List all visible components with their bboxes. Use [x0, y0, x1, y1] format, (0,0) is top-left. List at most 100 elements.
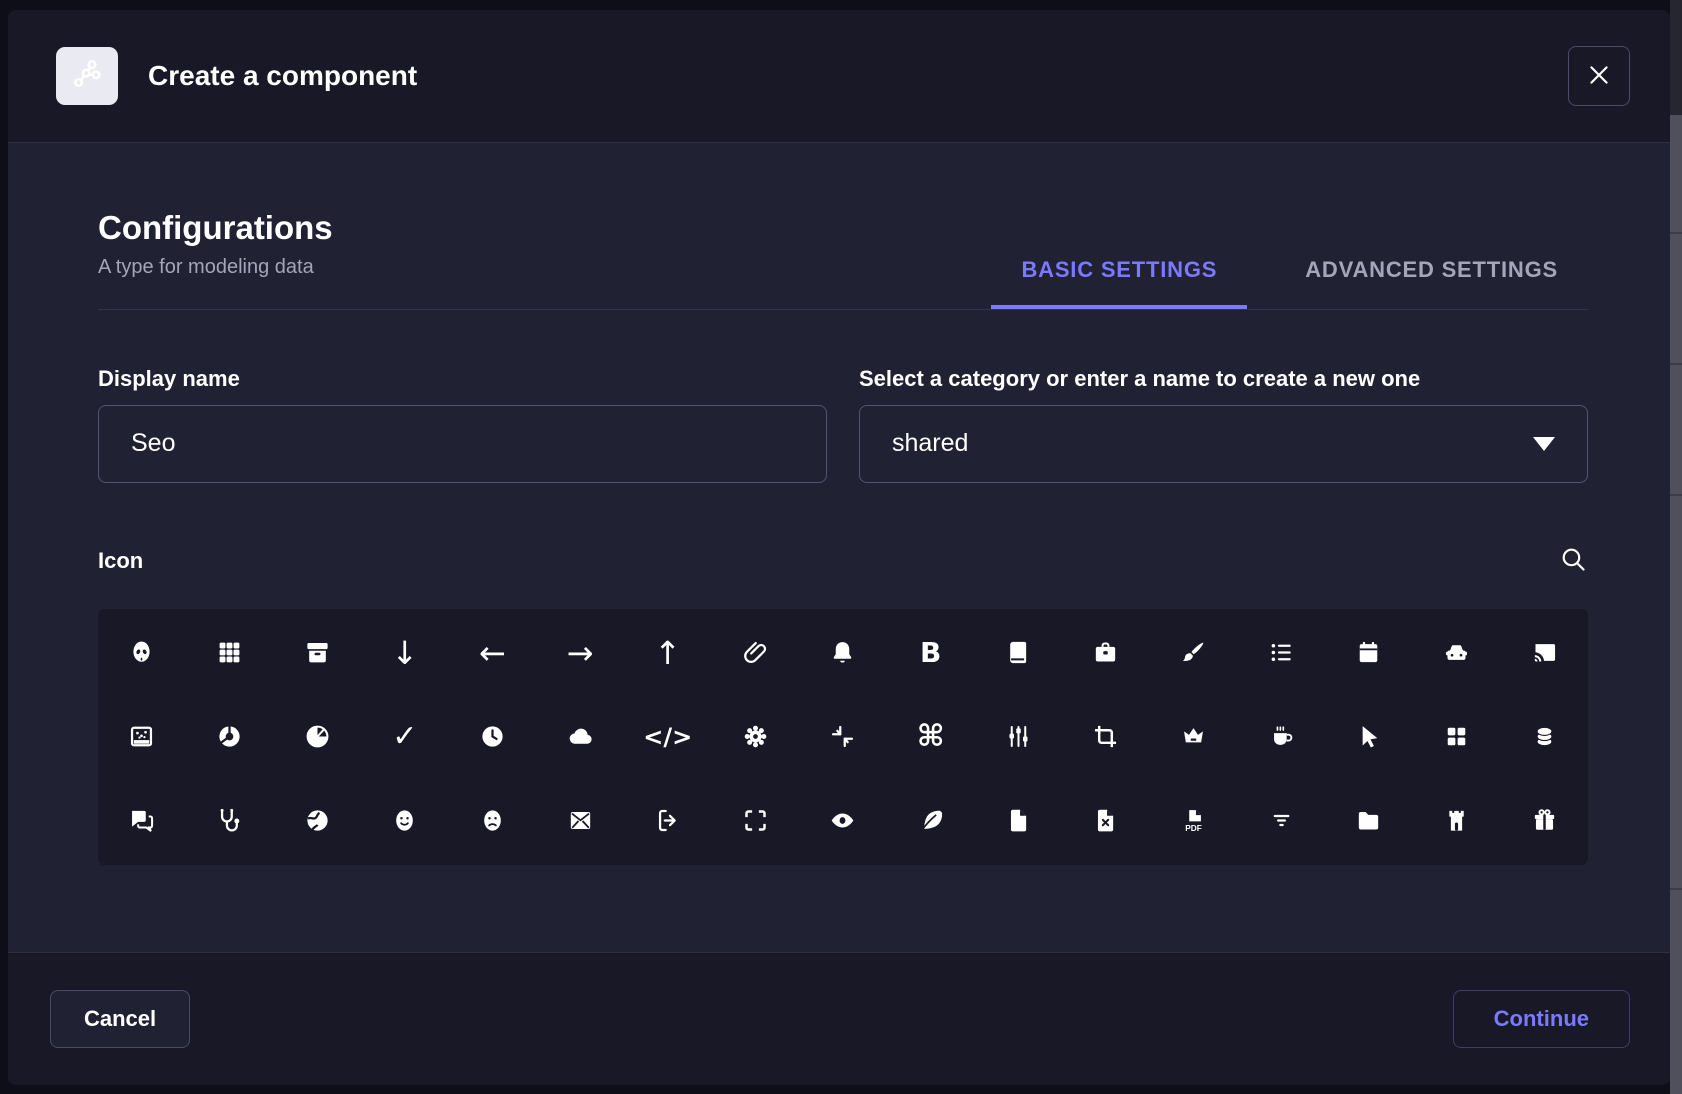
attachment-icon [742, 639, 769, 666]
search-icon [1559, 545, 1588, 577]
divider [1670, 232, 1682, 234]
icon-option-feather[interactable] [887, 779, 975, 863]
divider [1670, 494, 1682, 496]
icon-option-bold[interactable]: B [887, 611, 975, 695]
tab-advanced-settings[interactable]: ADVANCED SETTINGS [1275, 259, 1588, 309]
emotion-happy-icon [391, 807, 418, 834]
bullet-list-icon [1268, 639, 1295, 666]
archive-icon [304, 639, 331, 666]
icon-option-crown[interactable] [1150, 695, 1238, 779]
category-value: shared [892, 429, 1533, 458]
exit-icon [654, 807, 681, 834]
icon-option-attachment[interactable] [712, 611, 800, 695]
bell-icon [829, 639, 856, 666]
icon-option-chart-pie[interactable] [273, 695, 361, 779]
cancel-button[interactable]: Cancel [50, 990, 190, 1048]
heading-block: Configurations A type for modeling data [98, 209, 333, 309]
icon-option-earth[interactable] [273, 779, 361, 863]
tab-basic-settings[interactable]: BASIC SETTINGS [991, 259, 1247, 309]
icon-picker-header: Icon [98, 545, 1588, 577]
icon-option-arrow-up[interactable]: ↑ [624, 611, 712, 695]
icon-option-gift[interactable] [1500, 779, 1588, 863]
icon-option-arrow-right[interactable]: → [536, 611, 624, 695]
icon-option-chart-circle[interactable] [186, 695, 274, 779]
icon-grid: ↓←→ ↑ B ✓ </> ⌘ PDF [98, 611, 1588, 863]
icon-option-car[interactable] [1413, 611, 1501, 695]
icon-option-file-pdf[interactable]: PDF [1150, 779, 1238, 863]
icon-option-database[interactable] [1500, 695, 1588, 779]
chart-circle-icon [216, 723, 243, 750]
arrow-up-icon: ↑ [654, 637, 681, 669]
icon-option-collapse[interactable] [799, 695, 887, 779]
close-button[interactable] [1568, 46, 1630, 106]
icon-picker-panel: ↓←→ ↑ B ✓ </> ⌘ PDF [98, 609, 1588, 865]
icon-option-arrow-down[interactable]: ↓ [361, 611, 449, 695]
icon-option-emotion-happy[interactable] [361, 779, 449, 863]
bold-icon: B [920, 639, 941, 667]
icon-option-cup[interactable] [1237, 695, 1325, 779]
cloud-icon [567, 723, 594, 750]
crop-icon [1092, 723, 1119, 750]
icon-option-alien[interactable] [98, 611, 186, 695]
icon-option-file-error[interactable] [1062, 779, 1150, 863]
icon-option-arrow-left[interactable]: ← [449, 611, 537, 695]
earth-icon [304, 807, 331, 834]
continue-button[interactable]: Continue [1453, 990, 1630, 1048]
icon-option-command[interactable]: ⌘ [887, 695, 975, 779]
icon-option-exit[interactable] [624, 779, 712, 863]
icon-option-dashboard[interactable] [1413, 695, 1501, 779]
icon-option-file[interactable] [974, 779, 1062, 863]
icon-option-expand[interactable] [712, 779, 800, 863]
modal-header: Create a component [8, 10, 1670, 143]
icon-option-folder[interactable] [1325, 779, 1413, 863]
crown-icon [1180, 723, 1207, 750]
icon-option-archive[interactable] [273, 611, 361, 695]
icon-option-check[interactable]: ✓ [361, 695, 449, 779]
envelope-icon [567, 807, 594, 834]
display-name-group: Display name Seo [98, 366, 827, 483]
car-icon [1443, 639, 1470, 666]
brush-icon [1180, 639, 1207, 666]
cursor-icon [1355, 723, 1382, 750]
database-icon [1531, 723, 1558, 750]
icon-option-brush[interactable] [1150, 611, 1238, 695]
icon-option-doctor[interactable] [186, 779, 274, 863]
display-name-input[interactable]: Seo [98, 405, 827, 483]
page-scrollbar[interactable] [1670, 0, 1682, 1094]
icon-option-bell[interactable] [799, 611, 887, 695]
icon-option-emotion-unhappy[interactable] [449, 779, 537, 863]
icon-option-envelope[interactable] [536, 779, 624, 863]
icon-option-apps[interactable] [186, 611, 274, 695]
icon-option-bullet-list[interactable] [1237, 611, 1325, 695]
icon-option-cloud[interactable] [536, 695, 624, 779]
icon-option-book[interactable] [974, 611, 1062, 695]
icon-option-discuss[interactable] [98, 779, 186, 863]
cog-icon [742, 723, 769, 750]
icon-option-filters[interactable] [974, 695, 1062, 779]
icon-option-chart-bubble[interactable] [98, 695, 186, 779]
category-select[interactable]: shared [859, 405, 1588, 483]
gift-icon [1531, 807, 1558, 834]
chevron-down-icon [1533, 437, 1555, 451]
icon-option-eye[interactable] [799, 779, 887, 863]
icon-search-button[interactable] [1559, 545, 1588, 577]
divider [1670, 363, 1682, 365]
divider [1670, 888, 1682, 890]
folder-icon [1355, 807, 1382, 834]
icon-option-cursor[interactable] [1325, 695, 1413, 779]
file-pdf-icon: PDF [1180, 807, 1207, 834]
icon-option-crop[interactable] [1062, 695, 1150, 779]
check-icon: ✓ [392, 722, 417, 752]
icon-option-gate[interactable] [1413, 779, 1501, 863]
eye-icon [829, 807, 856, 834]
category-group: Select a category or enter a name to cre… [859, 366, 1588, 483]
icon-option-cast[interactable] [1500, 611, 1588, 695]
icon-option-clock[interactable] [449, 695, 537, 779]
modal-title: Create a component [148, 60, 417, 92]
icon-option-calendar[interactable] [1325, 611, 1413, 695]
icon-option-filter[interactable] [1237, 779, 1325, 863]
icon-option-code[interactable]: </> [624, 695, 712, 779]
icon-option-briefcase[interactable] [1062, 611, 1150, 695]
icon-option-cog[interactable] [712, 695, 800, 779]
expand-icon [742, 807, 769, 834]
